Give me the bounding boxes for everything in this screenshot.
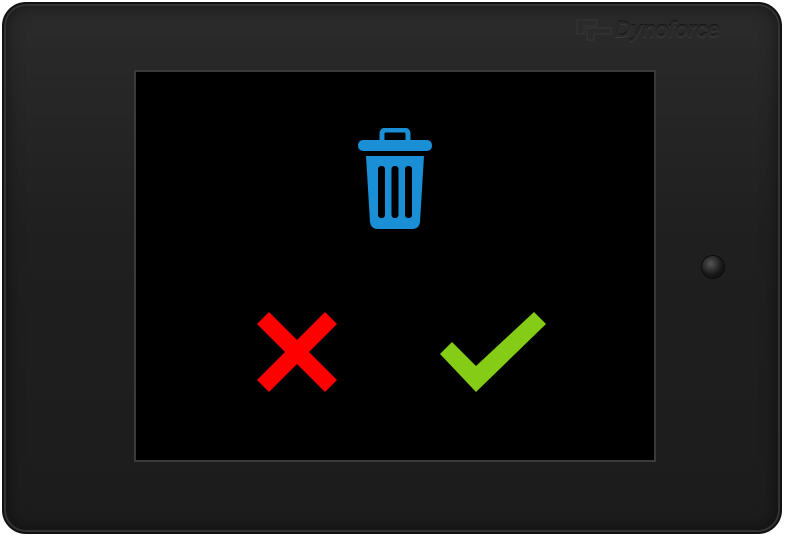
cancel-button[interactable] xyxy=(255,310,339,394)
brand-tagline: INDUSTRIAL CONTROLS xyxy=(619,42,707,48)
brand-name: Dynoforce xyxy=(615,17,720,42)
brand-logo-mark xyxy=(575,18,615,42)
confirm-button[interactable] xyxy=(438,310,548,394)
ambient-light-sensor xyxy=(702,256,724,278)
trash-icon xyxy=(356,128,434,232)
close-icon xyxy=(257,312,337,392)
brand-logo: Dynoforce INDUSTRIAL CONTROLS xyxy=(575,18,745,52)
checkmark-icon xyxy=(440,312,546,392)
